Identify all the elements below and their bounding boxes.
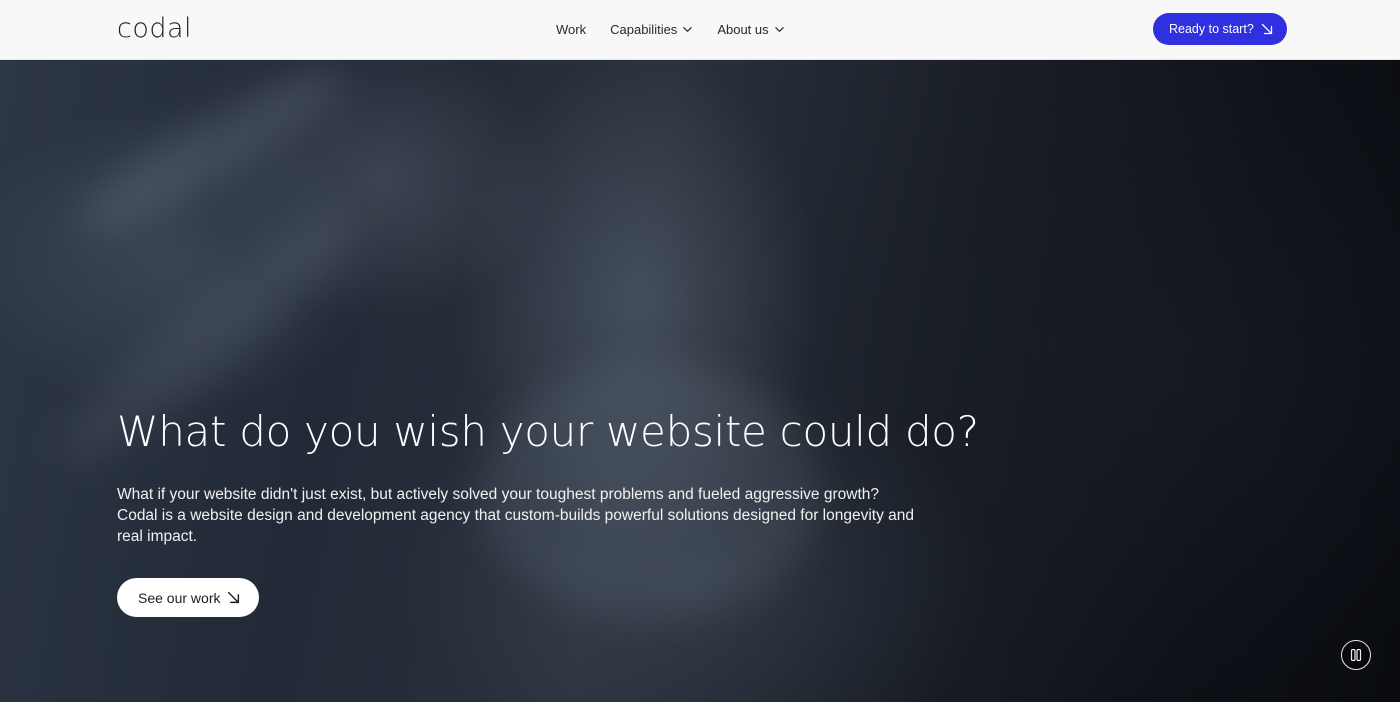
see-our-work-label: See our work bbox=[138, 589, 221, 606]
pause-icon bbox=[1350, 649, 1362, 661]
video-pause-button[interactable] bbox=[1341, 640, 1371, 670]
main-nav: Work Capabilities About us bbox=[556, 20, 785, 38]
nav-item-label: Capabilities bbox=[610, 21, 678, 37]
nav-item-label: About us bbox=[717, 21, 769, 37]
arrow-down-right-icon bbox=[1261, 23, 1273, 35]
see-our-work-button[interactable]: See our work bbox=[117, 578, 259, 617]
nav-item-label: Work bbox=[556, 21, 587, 37]
chevron-down-icon bbox=[774, 26, 784, 32]
hero-headline: What do you wish your website could do? bbox=[117, 407, 979, 456]
hero-description: What if your website didn't just exist, … bbox=[117, 486, 915, 545]
nav-item-capabilities[interactable]: Capabilities bbox=[610, 20, 693, 38]
site-header: codal Work Capabilities About us Ready t… bbox=[0, 0, 1400, 60]
nav-item-about-us[interactable]: About us bbox=[717, 20, 784, 38]
cta-label: Ready to start? bbox=[1169, 22, 1254, 36]
arrow-down-right-icon bbox=[227, 591, 240, 604]
chevron-down-icon bbox=[683, 26, 693, 32]
hero-section: What do you wish your website could do? … bbox=[0, 60, 1400, 702]
codal-logo[interactable]: codal bbox=[117, 12, 192, 46]
nav-item-work[interactable]: Work bbox=[556, 20, 586, 38]
ready-to-start-button[interactable]: Ready to start? bbox=[1153, 13, 1287, 45]
